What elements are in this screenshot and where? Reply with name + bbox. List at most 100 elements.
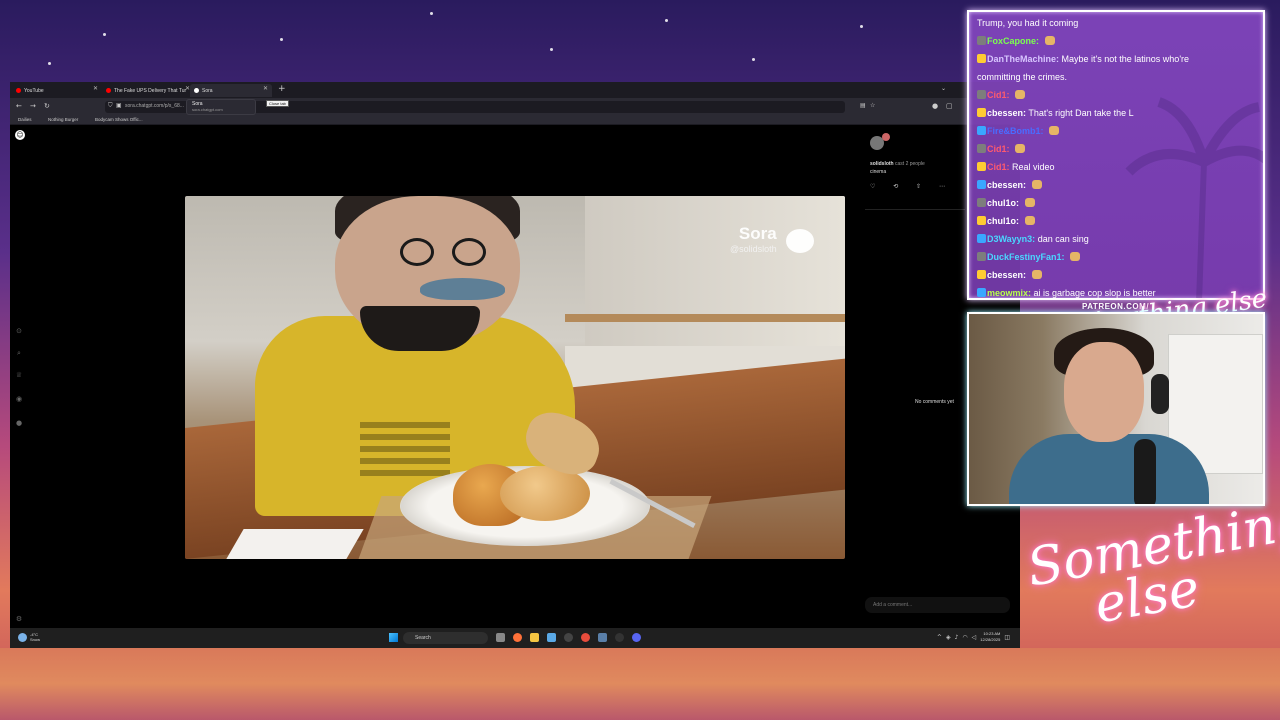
bookmark-dailies[interactable]: Dailies bbox=[18, 117, 32, 122]
chat-badge-icon bbox=[977, 288, 986, 297]
post-username[interactable]: solidsloth bbox=[870, 161, 894, 167]
chat-message: Cid1: bbox=[977, 90, 1026, 100]
chevron-up-icon[interactable]: ^ bbox=[937, 634, 942, 641]
heart-icon[interactable]: ♡ bbox=[870, 183, 875, 190]
reader-view-icon[interactable]: ▤ bbox=[860, 102, 866, 109]
beard bbox=[360, 306, 480, 351]
back-icon[interactable]: ← bbox=[16, 102, 22, 110]
chat-username[interactable]: chul1o: bbox=[987, 216, 1019, 226]
post-category: cinema bbox=[870, 169, 887, 175]
chat-username[interactable]: Cid1: bbox=[987, 144, 1010, 154]
bookmark-bodycam[interactable]: Bodycam Shows Offic... bbox=[95, 117, 143, 122]
something-else-logo: Something else bbox=[1023, 490, 1280, 640]
obs-icon[interactable] bbox=[615, 633, 624, 642]
palm-tree-decoration bbox=[1125, 97, 1263, 298]
chat-badge-icon bbox=[977, 216, 986, 225]
browser-nav-bar: ← → ↻ ⛉ ▣ sora.chatgpt.com/p/s_68... ▤ ☆… bbox=[10, 98, 1020, 116]
clock[interactable]: 10:23 AM 12/28/2025 bbox=[980, 631, 1000, 643]
tab-sora[interactable]: Sora ✕ bbox=[190, 84, 272, 97]
windows-start-icon[interactable] bbox=[389, 633, 398, 642]
remix-icon[interactable]: ⟲ bbox=[893, 183, 898, 190]
puzzle-icon[interactable]: ▢ bbox=[946, 102, 953, 110]
network-icon[interactable]: ◈ bbox=[946, 634, 951, 641]
windows-taskbar: -4°C Snow Search ^ ◈ ♪ ◠ ◁ 10:23 AM 12/2… bbox=[10, 628, 1020, 648]
tab-title: Sora bbox=[202, 87, 213, 94]
mustache bbox=[420, 278, 505, 300]
shield-icon: ⛉ bbox=[108, 102, 113, 109]
chat-username[interactable]: cbessen: bbox=[987, 180, 1026, 190]
tooltip-url: sora.chatgpt.com bbox=[192, 107, 223, 112]
chat-username[interactable]: cbessen: bbox=[987, 108, 1026, 118]
discord-icon[interactable] bbox=[632, 633, 641, 642]
forward-icon[interactable]: → bbox=[30, 102, 36, 110]
comment-input[interactable]: Add a comment... bbox=[865, 597, 1010, 613]
task-view-icon[interactable] bbox=[496, 633, 505, 642]
chat-username[interactable]: meowmix: bbox=[987, 288, 1031, 298]
chat-emote-icon bbox=[1015, 144, 1026, 153]
search-icon[interactable]: ⌕ bbox=[15, 349, 23, 357]
shirt-print bbox=[360, 421, 450, 476]
chat-emote-icon bbox=[1031, 270, 1042, 279]
video-player[interactable]: Sora @solidsloth bbox=[185, 196, 845, 559]
chat-message: D3Wayyn3: dan can sing bbox=[977, 234, 1089, 244]
photos-icon[interactable] bbox=[547, 633, 556, 642]
tab-ups-video[interactable]: The Fake UPS Delivery That Tur ✕ bbox=[102, 84, 194, 97]
post-side-panel: solidsloth cast 2 people cinema ♡ ⟲ ⇧ ⋯ … bbox=[865, 133, 1010, 628]
weather-widget[interactable]: -4°C Snow bbox=[18, 632, 40, 642]
mic-icon[interactable]: ♪ bbox=[955, 634, 959, 641]
chat-username[interactable]: cbessen: bbox=[987, 270, 1026, 280]
chat-badge-icon bbox=[977, 270, 986, 279]
steam-icon[interactable] bbox=[598, 633, 607, 642]
headphones bbox=[1151, 374, 1169, 414]
firefox-icon[interactable] bbox=[513, 633, 522, 642]
background-ground bbox=[0, 648, 1280, 720]
chat-message: cbessen: bbox=[977, 270, 1042, 280]
napkin bbox=[226, 529, 364, 559]
tab-youtube[interactable]: YouTube ✕ bbox=[12, 84, 102, 97]
more-icon[interactable]: ⋯ bbox=[939, 183, 945, 190]
close-icon[interactable]: ✕ bbox=[263, 85, 268, 92]
chat-message: DuckFestinyFan1: bbox=[977, 252, 1081, 262]
file-explorer-icon[interactable] bbox=[530, 633, 539, 642]
chat-text: dan can sing bbox=[1037, 234, 1089, 244]
reload-icon[interactable]: ↻ bbox=[44, 102, 50, 110]
chat-message: FoxCapone: bbox=[977, 36, 1055, 46]
home-icon[interactable]: ⊙ bbox=[15, 327, 23, 335]
close-icon[interactable]: ✕ bbox=[93, 85, 98, 92]
chat-message: DanTheMachine: Maybe it's not the latino… bbox=[977, 54, 1189, 64]
streamer-face bbox=[1064, 342, 1144, 442]
chat-badge-icon bbox=[977, 126, 986, 135]
notification-bell-icon[interactable]: ◫ bbox=[1004, 634, 1010, 641]
extension-icon[interactable]: ● bbox=[932, 102, 938, 110]
chat-emote-icon bbox=[1049, 126, 1060, 135]
bookmark-star-icon[interactable]: ☆ bbox=[870, 102, 875, 109]
chat-username[interactable]: D3Wayyn3: bbox=[987, 234, 1035, 244]
chat-username[interactable]: FoxCapone: bbox=[987, 36, 1039, 46]
sora-logo-icon[interactable]: ☺ bbox=[15, 130, 25, 140]
notification-icon[interactable]: ◉ bbox=[15, 395, 23, 403]
profile-icon[interactable]: ● bbox=[15, 419, 23, 427]
app-icon[interactable] bbox=[564, 633, 573, 642]
chat-text: ai is garbage cop slop is better bbox=[1033, 288, 1156, 298]
new-tab-button[interactable]: + bbox=[278, 84, 286, 94]
url-text: sora.chatgpt.com/p/s_68... bbox=[125, 103, 184, 109]
chrome-icon[interactable] bbox=[581, 633, 590, 642]
taskbar-search[interactable]: Search bbox=[403, 632, 488, 644]
chat-username[interactable]: Cid1: bbox=[987, 162, 1010, 172]
bookmark-nothing-burger[interactable]: Nothing Burger bbox=[48, 117, 78, 122]
volume-icon[interactable]: ◁ bbox=[972, 634, 977, 641]
chat-text: committing the crimes. bbox=[977, 72, 1068, 82]
chat-username[interactable]: DanTheMachine: bbox=[987, 54, 1059, 64]
chat-username[interactable]: Cid1: bbox=[987, 90, 1010, 100]
trophy-icon[interactable]: ♕ bbox=[15, 371, 23, 379]
watermark-handle: @solidsloth bbox=[730, 244, 777, 254]
wifi-icon[interactable]: ◠ bbox=[962, 634, 967, 641]
avatar[interactable] bbox=[882, 133, 890, 141]
chat-message: chul1o: bbox=[977, 198, 1035, 208]
share-icon[interactable]: ⇧ bbox=[916, 183, 921, 190]
list-tabs-chevron-icon[interactable]: ⌄ bbox=[941, 85, 946, 92]
settings-icon[interactable]: ⚙ bbox=[15, 615, 23, 623]
chat-username[interactable]: chul1o: bbox=[987, 198, 1019, 208]
chat-username[interactable]: DuckFestinyFan1: bbox=[987, 252, 1065, 262]
chat-username[interactable]: Fire&Bomb1: bbox=[987, 126, 1044, 136]
